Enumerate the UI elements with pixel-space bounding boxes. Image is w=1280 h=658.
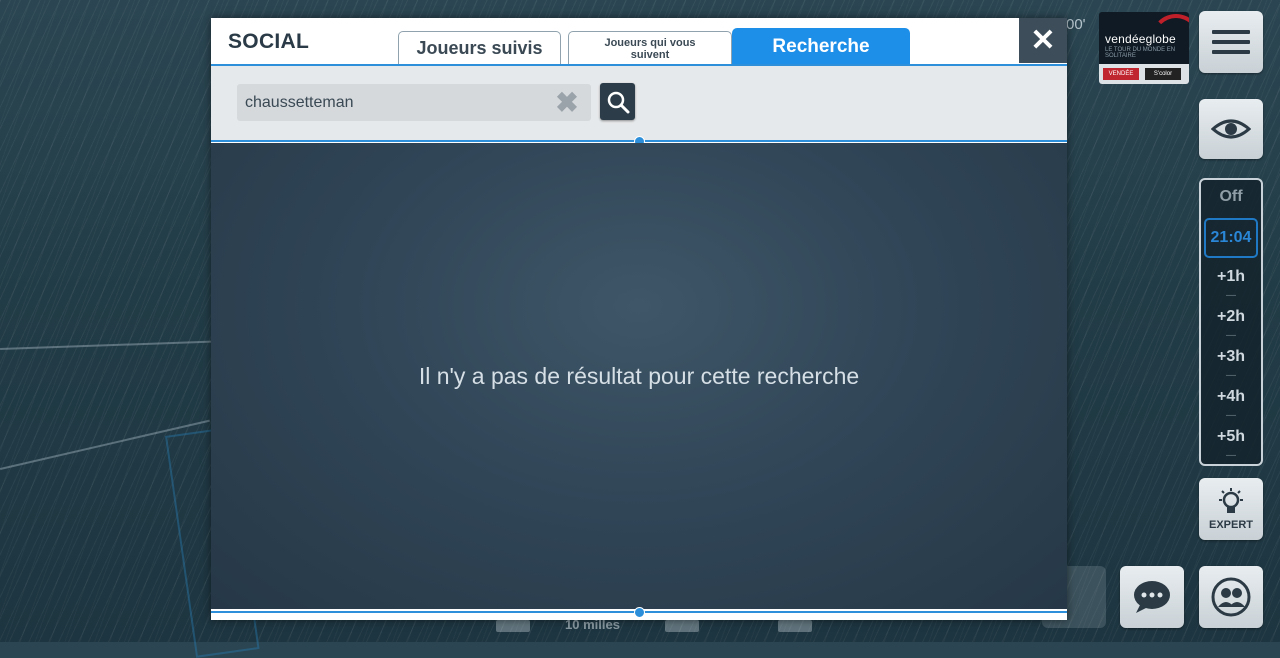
step-separator: — (1226, 330, 1236, 341)
search-results-panel: Il n'y a pas de résultat pour cette rech… (211, 143, 1067, 609)
social-button[interactable] (1199, 566, 1263, 628)
time-step-option[interactable]: +1h (1201, 268, 1261, 286)
time-step-option[interactable]: +4h (1201, 388, 1261, 406)
step-separator: — (1226, 290, 1236, 301)
time-off-option[interactable]: Off (1201, 188, 1261, 206)
lightbulb-icon (1219, 488, 1243, 513)
expert-mode-button[interactable]: EXPERT (1199, 478, 1263, 540)
chat-button[interactable] (1120, 566, 1184, 628)
close-button[interactable]: ✕ (1019, 18, 1067, 63)
people-icon (1211, 577, 1251, 617)
time-step-option[interactable]: +5h (1201, 428, 1261, 446)
dialog-title: SOCIAL (228, 30, 310, 53)
expert-label: EXPERT (1208, 519, 1253, 531)
search-field-container: ✖ (237, 84, 591, 121)
sponsor-chip: S'color (1145, 68, 1181, 80)
magnifier-icon (607, 91, 629, 113)
close-icon: ✕ (1030, 24, 1056, 57)
tab-search[interactable]: Recherche (732, 28, 910, 65)
coordinate-fragment: 00' (1066, 16, 1086, 33)
hamburger-icon (1212, 30, 1250, 54)
search-input[interactable] (245, 84, 545, 121)
logo-name: vendéeglobe (1105, 32, 1176, 46)
vendee-globe-logo: vendéeglobe LE TOUR DU MONDE EN SOLITAIR… (1099, 12, 1189, 84)
view-toggle-button[interactable] (1199, 99, 1263, 159)
dialog-header: SOCIAL Joueurs suivis Joueurs qui vous s… (211, 18, 1067, 65)
clear-search-icon[interactable]: ✖ (553, 89, 581, 117)
menu-button[interactable] (1199, 11, 1263, 73)
time-step-option[interactable]: +3h (1201, 348, 1261, 366)
search-button[interactable] (600, 83, 635, 120)
sponsor-chip: VENDÉE (1103, 68, 1139, 80)
step-separator: — (1226, 370, 1236, 381)
tab-followers[interactable]: Joueurs qui vous suivent (568, 31, 732, 65)
scale-marker (778, 620, 812, 632)
empty-results-message: Il n'y a pas de résultat pour cette rech… (418, 363, 860, 389)
current-time-option[interactable]: 21:04 (1204, 218, 1258, 258)
scale-marker (665, 620, 699, 632)
logo-sponsor-bar: VENDÉE S'color (1099, 64, 1189, 84)
logo-subtitle: LE TOUR DU MONDE EN SOLITAIRE (1105, 47, 1176, 59)
step-separator: — (1226, 410, 1236, 421)
time-forecast-slider[interactable]: Off 21:04 +1h — +2h — +3h — +4h — +5h — (1199, 178, 1263, 466)
chat-bubble-icon (1134, 581, 1170, 613)
step-separator: — (1226, 450, 1236, 461)
search-bar-area: ✖ (211, 66, 1067, 140)
eye-icon (1211, 119, 1251, 139)
time-step-option[interactable]: +2h (1201, 308, 1261, 326)
tab-followed-players[interactable]: Joueurs suivis (398, 31, 561, 65)
social-dialog: SOCIAL Joueurs suivis Joueurs qui vous s… (211, 18, 1067, 620)
scale-marker (496, 620, 530, 632)
divider-handle (634, 607, 645, 618)
